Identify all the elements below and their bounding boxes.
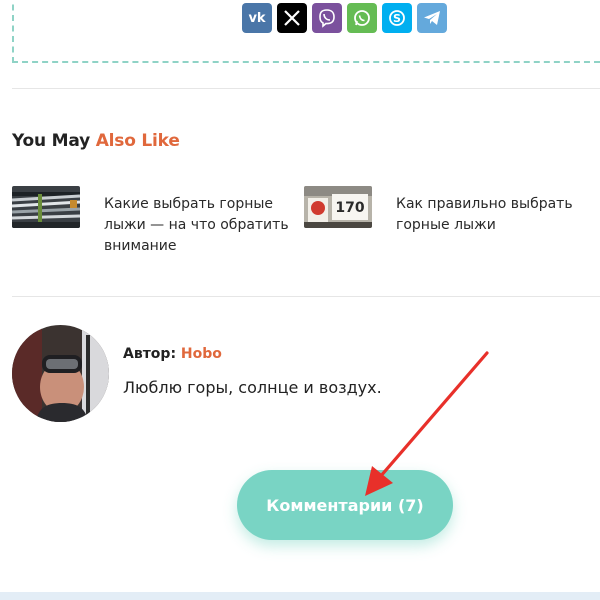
title-part-1: You May — [12, 131, 96, 151]
title-part-2: Also Like — [95, 131, 180, 151]
skis-thumbnail[interactable] — [12, 186, 80, 228]
author-name-link[interactable]: Hobo — [181, 346, 222, 362]
x-share-button[interactable] — [277, 3, 307, 33]
divider — [12, 88, 600, 89]
related-item[interactable]: Какие выбрать горные лыжи — на что обрат… — [12, 186, 289, 254]
related-item[interactable]: 170 Как правильно выбрать горные лыжи — [304, 186, 573, 233]
author-avatar — [12, 325, 109, 422]
telegram-share-button[interactable] — [417, 3, 447, 33]
viber-share-button[interactable] — [312, 3, 342, 33]
related-item-text[interactable]: Как правильно выбрать горные лыжи — [396, 194, 582, 236]
comments-button[interactable]: Комментарии (7) — [237, 470, 453, 540]
telegram-icon — [424, 11, 440, 25]
vk-icon: vk — [248, 10, 266, 26]
footer-strip — [0, 592, 600, 600]
share-buttons: vk S — [242, 3, 447, 33]
thumb-badge-text: 170 — [335, 200, 364, 216]
whatsapp-icon — [354, 10, 370, 26]
svg-text:S: S — [393, 12, 401, 25]
whatsapp-share-button[interactable] — [347, 3, 377, 33]
author-line: Автор: Hobo — [123, 346, 222, 362]
skis-image — [12, 186, 80, 228]
ski-shop-image: 170 — [304, 186, 372, 228]
avatar-image — [12, 325, 109, 422]
ski-shop-thumbnail[interactable]: 170 — [304, 186, 372, 228]
skype-icon: S — [389, 10, 405, 26]
related-item-text[interactable]: Какие выбрать горные лыжи — на что обрат… — [104, 194, 290, 257]
comments-button-label: Комментарии (7) — [266, 495, 424, 515]
author-label: Автор: — [123, 346, 181, 362]
author-bio: Люблю горы, солнце и воздух. — [123, 378, 382, 397]
divider — [12, 296, 600, 297]
related-section-title: You May Also Like — [12, 131, 180, 151]
viber-icon — [319, 9, 335, 28]
skype-share-button[interactable]: S — [382, 3, 412, 33]
x-icon — [284, 10, 300, 26]
vk-share-button[interactable]: vk — [242, 3, 272, 33]
